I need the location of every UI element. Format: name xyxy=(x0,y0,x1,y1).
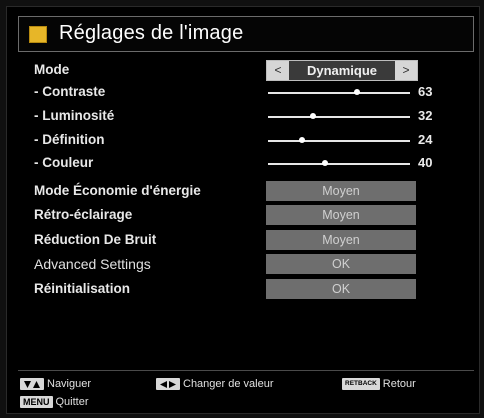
slider-label: - Luminosité xyxy=(34,108,115,123)
footer-divider xyxy=(18,370,474,371)
return-hint: Retour xyxy=(382,378,416,390)
menu-row-reset[interactable]: Réinitialisation OK xyxy=(34,279,460,301)
navigate-hint: Naviguer xyxy=(47,378,92,390)
menu-row-color[interactable]: - Couleur 40 xyxy=(34,153,460,175)
option-label: Réduction De Bruit xyxy=(34,232,157,247)
page-title: Réglages de l'image xyxy=(59,22,244,44)
mode-selector[interactable]: < Dynamique > xyxy=(266,60,418,81)
brightness-slider[interactable] xyxy=(268,116,410,118)
slider-knob[interactable] xyxy=(299,137,306,143)
option-label: Rétro-éclairage xyxy=(34,207,133,222)
menu-row-backlight[interactable]: Rétro-éclairage Moyen xyxy=(34,205,460,227)
arrow-right-icon[interactable]: > xyxy=(395,61,417,80)
menu-row-brightness[interactable]: - Luminosité 32 xyxy=(34,106,460,128)
footer-change-value: Changer de valeur xyxy=(156,378,274,391)
menu-row-sharpness[interactable]: - Définition 24 xyxy=(34,130,460,152)
change-value-hint: Changer de valeur xyxy=(183,378,274,390)
arrow-left-icon[interactable]: < xyxy=(267,61,289,80)
menu-key-icon: MENU xyxy=(20,396,53,409)
menu-row-advanced-settings[interactable]: Advanced Settings OK xyxy=(34,254,460,276)
menu-header: Réglages de l'image xyxy=(18,16,474,52)
slider-value: 40 xyxy=(418,155,433,170)
left-right-arrow-icon xyxy=(156,378,180,391)
color-slider[interactable] xyxy=(268,163,410,165)
reset-button[interactable]: OK xyxy=(266,279,416,299)
option-label: Advanced Settings xyxy=(34,256,151,272)
slider-label: - Couleur xyxy=(34,155,94,170)
mode-label: Mode xyxy=(34,62,70,77)
contrast-slider[interactable] xyxy=(268,92,410,94)
footer-quit: MENU Quitter xyxy=(20,396,89,409)
return-key-icon: RETBACK xyxy=(342,378,380,391)
quit-hint: Quitter xyxy=(55,396,89,408)
mode-value: Dynamique xyxy=(289,61,395,80)
picture-settings-icon xyxy=(29,26,47,43)
advanced-settings-button[interactable]: OK xyxy=(266,254,416,274)
energy-saving-select[interactable]: Moyen xyxy=(266,181,416,201)
slider-value: 24 xyxy=(418,132,433,147)
up-down-arrow-icon xyxy=(20,378,44,391)
noise-reduction-select[interactable]: Moyen xyxy=(266,230,416,250)
slider-knob[interactable] xyxy=(354,89,361,95)
slider-label: - Contraste xyxy=(34,84,106,99)
option-label: Réinitialisation xyxy=(34,281,131,296)
sharpness-slider[interactable] xyxy=(268,140,410,142)
option-label: Mode Économie d'énergie xyxy=(34,183,201,198)
slider-value: 32 xyxy=(418,108,433,123)
footer-navigate: Naviguer xyxy=(20,378,92,391)
menu-row-contrast[interactable]: - Contraste 63 xyxy=(34,82,460,104)
slider-knob[interactable] xyxy=(321,160,328,166)
menu-row-noise-reduction[interactable]: Réduction De Bruit Moyen xyxy=(34,230,460,252)
slider-label: - Définition xyxy=(34,132,105,147)
footer-return: RETBACK Retour xyxy=(342,378,416,391)
slider-knob[interactable] xyxy=(310,113,317,119)
menu-row-mode[interactable]: Mode < Dynamique > xyxy=(34,60,460,82)
menu-row-energy-saving[interactable]: Mode Économie d'énergie Moyen xyxy=(34,181,460,203)
slider-value: 63 xyxy=(418,84,433,99)
backlight-select[interactable]: Moyen xyxy=(266,205,416,225)
